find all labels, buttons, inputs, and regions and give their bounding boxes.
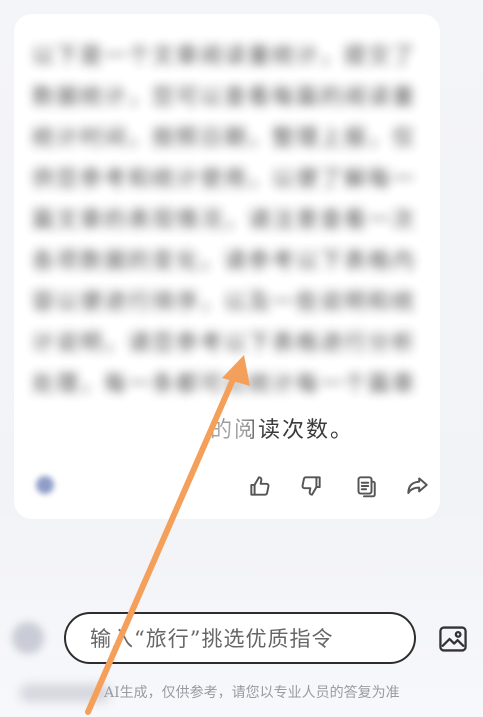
thumbs-down-icon [301,476,321,496]
message-line: 数据统计，您可以查看每篇的阅读量 [32,85,417,110]
prompt-input[interactable]: 输入“旅行”挑选优质指令 [64,612,416,664]
status-indicator [36,476,54,494]
assistant-message-card: 以下是一个文章阅读量统计，提交了 数据统计，您可以查看每篇的阅读量 统计时间，按… [14,14,440,519]
blurred-message-text: 以下是一个文章阅读量统计，提交了 数据统计，您可以查看每篇的阅读量 统计时间，按… [32,36,440,436]
prompt-placeholder: 输入“旅行”挑选优质指令 [90,627,334,651]
message-line: 计说明，请您参考以下表格进行分析 [32,331,417,356]
share-icon [407,477,428,495]
copy-button[interactable] [349,470,381,502]
disclaimer-text: AI生成，仅供参考，请您以专业人员的答复为准 [104,685,400,701]
blur-mask [198,414,254,448]
message-line: 处理，每一条都可以统计每一个篇章 [32,372,417,397]
message-line: 供您参考和统计使用，以便了解每一 [32,167,417,192]
like-button[interactable] [244,470,276,502]
message-line: 容以便进行排序，以及一些说明和统 [32,290,417,315]
image-upload-button[interactable] [436,622,470,656]
input-row: 输入“旅行”挑选优质指令 [0,610,483,668]
avatar[interactable] [12,622,44,654]
message-line: 篇文章的表现情况，请注意查看一次 [32,208,417,233]
blur-mask [20,684,110,702]
chat-screen: 以下是一个文章阅读量统计，提交了 数据统计，您可以查看每篇的阅读量 统计时间，按… [0,0,483,717]
message-action-bar [14,466,440,506]
disclaimer-bar: AI生成，仅供参考，请您以专业人员的答复为准 [0,680,483,708]
message-line: 以下是一个文章阅读量统计，提交了 [32,44,417,69]
thumbs-up-icon [250,476,270,496]
copy-icon [357,476,376,498]
message-line: 各项数据的变化，请参考以下表格内 [32,249,417,274]
message-line: 统计时间，按照日期，整理上报，仅 [32,126,417,151]
share-button[interactable] [401,470,433,502]
dislike-button[interactable] [295,470,327,502]
image-icon [439,626,467,652]
